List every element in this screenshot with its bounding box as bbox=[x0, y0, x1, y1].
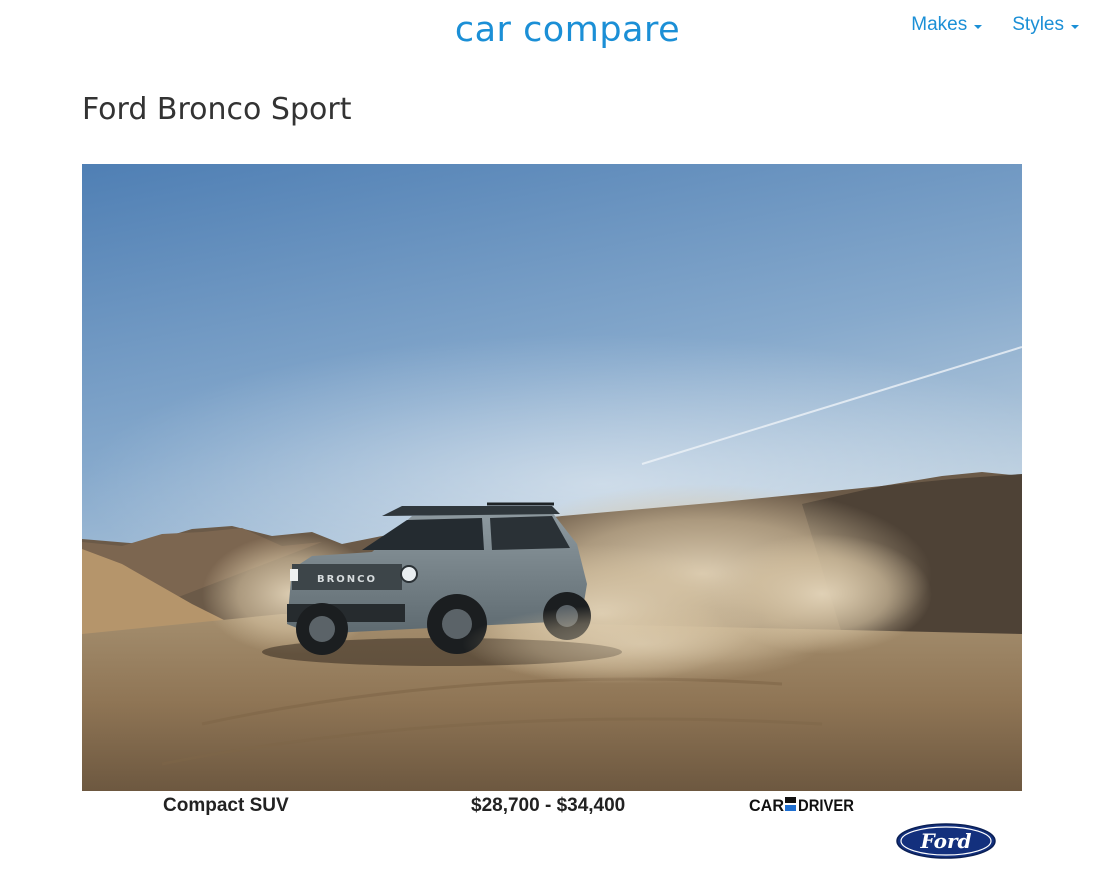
main-nav: Makes Styles bbox=[911, 14, 1079, 36]
nav-makes-label: Makes bbox=[911, 14, 968, 35]
caret-down-icon bbox=[1071, 24, 1079, 29]
page-title: Ford Bronco Sport bbox=[82, 92, 352, 127]
svg-text:Ford: Ford bbox=[920, 829, 972, 853]
nav-makes-dropdown[interactable]: Makes bbox=[911, 14, 983, 36]
vehicle-price-range: $28,700 - $34,400 bbox=[471, 795, 626, 816]
vehicle-style: Compact SUV bbox=[163, 795, 289, 816]
svg-text:BRONCO: BRONCO bbox=[317, 574, 377, 585]
svg-text:CAR: CAR bbox=[749, 796, 784, 815]
vehicle-photo: BRONCO bbox=[82, 164, 1022, 791]
nav-styles-dropdown[interactable]: Styles bbox=[1012, 14, 1079, 36]
nav-styles-label: Styles bbox=[1012, 14, 1064, 35]
caret-down-icon bbox=[974, 24, 983, 29]
vehicle-hero-image: BRONCO bbox=[82, 164, 1022, 791]
ford-logo[interactable]: Ford bbox=[895, 822, 997, 860]
car-and-driver-logo[interactable]: CAR DRIVER bbox=[748, 794, 856, 816]
svg-text:DRIVER: DRIVER bbox=[798, 796, 854, 815]
